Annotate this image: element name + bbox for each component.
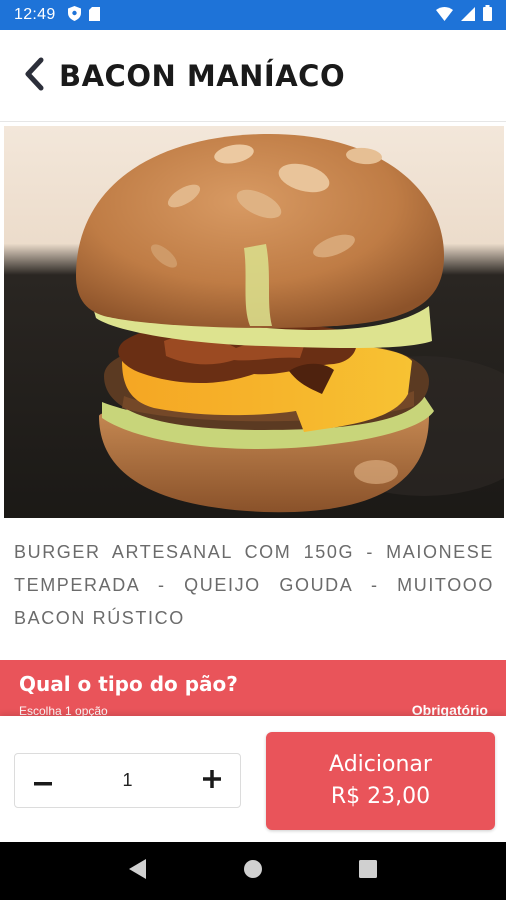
add-to-cart-button[interactable]: Adicionar R$ 23,00 xyxy=(266,732,495,830)
minus-icon xyxy=(34,771,52,790)
wifi-icon xyxy=(436,6,453,25)
quantity-value: 1 xyxy=(122,770,133,790)
status-bar: 12:49 xyxy=(0,0,506,30)
status-left-icons xyxy=(67,5,100,25)
back-triangle-icon xyxy=(128,859,147,883)
plus-icon xyxy=(202,769,221,792)
signal-icon xyxy=(461,6,475,25)
quantity-stepper: 1 xyxy=(14,753,241,808)
add-button-label: Adicionar xyxy=(329,752,432,777)
system-navigation-bar xyxy=(0,842,506,900)
battery-icon xyxy=(483,5,492,25)
nav-home-button[interactable] xyxy=(233,851,273,891)
product-detail-screen: 12:49 BACON MANÍACO BURGER ARTESANAL COM… xyxy=(0,0,506,900)
back-button[interactable] xyxy=(18,56,50,96)
add-button-price: R$ 23,00 xyxy=(330,784,431,809)
home-circle-icon xyxy=(243,859,263,883)
option-group-title: Qual o tipo do pão? xyxy=(19,672,238,696)
product-description: BURGER ARTESANAL COM 150G - MAIONESE TEM… xyxy=(14,542,494,628)
status-time: 12:49 xyxy=(14,6,56,23)
product-image xyxy=(4,126,504,518)
increment-button[interactable] xyxy=(184,754,240,807)
page-title: BACON MANÍACO xyxy=(59,58,346,93)
app-header: BACON MANÍACO xyxy=(0,30,506,122)
burger-photo xyxy=(4,126,504,518)
recents-square-icon xyxy=(359,860,378,882)
decrement-button[interactable] xyxy=(15,754,71,807)
bottom-action-bar: 1 Adicionar R$ 23,00 xyxy=(0,716,506,842)
shield-icon xyxy=(67,5,81,25)
nav-back-button[interactable] xyxy=(118,851,158,891)
chevron-left-icon xyxy=(23,57,45,95)
sim-card-icon xyxy=(88,6,100,25)
status-right-icons xyxy=(436,5,492,25)
option-group-header: Qual o tipo do pão? Escolha 1 opção Obri… xyxy=(0,660,506,720)
nav-recents-button[interactable] xyxy=(348,851,388,891)
